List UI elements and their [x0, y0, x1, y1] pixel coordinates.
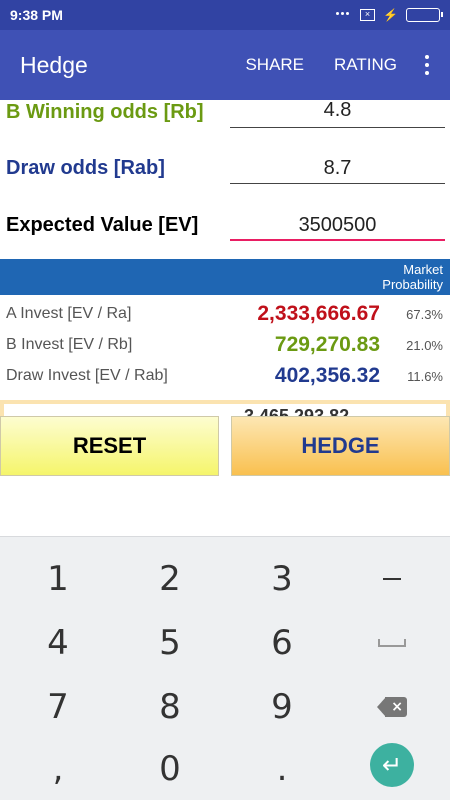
- draw-invest-value: 402,356.32: [274, 364, 380, 387]
- enter-icon: ↵: [370, 743, 414, 787]
- rating-button[interactable]: RATING: [319, 55, 412, 75]
- status-bar: 9:38 PM × ⚡: [0, 0, 450, 30]
- key-minus[interactable]: [336, 547, 448, 611]
- b-invest-value: 729,270.83: [274, 333, 380, 356]
- key-7[interactable]: 7: [2, 675, 114, 739]
- total-bar-inner: 3,465,293.82: [4, 404, 446, 416]
- draw-odds-row: Draw odds [Rab] 8.7: [0, 148, 450, 188]
- total-bar: 3,465,293.82: [0, 400, 450, 416]
- backspace-icon: ×: [377, 697, 407, 717]
- key-2[interactable]: 2: [114, 547, 226, 611]
- minus-icon: [383, 578, 401, 580]
- expected-value-value: 3500500: [298, 214, 377, 236]
- total-value: 3,465,293.82: [244, 406, 350, 416]
- key-backspace[interactable]: ×: [336, 675, 448, 739]
- b-invest-row: B Invest [EV / Rb] 729,270.83 21.0%: [0, 330, 450, 360]
- a-invest-value: 2,333,666.67: [257, 302, 380, 325]
- key-1[interactable]: 1: [2, 547, 114, 611]
- draw-invest-row: Draw Invest [EV / Rab] 402,356.32 11.6%: [0, 361, 450, 391]
- market-probability-header: Market Probability: [382, 262, 443, 292]
- b-winning-odds-value: 4.8: [323, 99, 352, 121]
- app-title: Hedge: [20, 51, 88, 78]
- key-3[interactable]: 3: [226, 547, 338, 611]
- key-4[interactable]: 4: [2, 611, 114, 675]
- expected-value-underline: [230, 239, 445, 241]
- key-9[interactable]: 9: [226, 675, 338, 739]
- signal-dots-icon: [336, 12, 352, 18]
- key-6[interactable]: 6: [226, 611, 338, 675]
- draw-invest-pct: 11.6%: [407, 369, 443, 384]
- b-winning-odds-underline: [230, 127, 445, 128]
- b-winning-odds-label: B Winning odds [Rb]: [6, 100, 204, 123]
- reset-button[interactable]: RESET: [0, 416, 219, 476]
- draw-odds-label: Draw odds [Rab]: [6, 156, 165, 179]
- key-space[interactable]: [336, 611, 448, 675]
- expected-value-label: Expected Value [EV]: [6, 213, 199, 236]
- b-invest-label: B Invest [EV / Rb]: [6, 336, 133, 353]
- key-period[interactable]: .: [226, 737, 338, 801]
- draw-odds-value: 8.7: [323, 157, 352, 179]
- draw-invest-label: Draw Invest [EV / Rab]: [6, 367, 168, 384]
- hedge-button[interactable]: HEDGE: [231, 416, 450, 476]
- expected-value-row: Expected Value [EV] 3500500: [0, 205, 450, 245]
- share-button[interactable]: SHARE: [230, 55, 319, 75]
- b-winning-odds-row: B Winning odds [Rb] 4.8: [0, 92, 450, 132]
- key-0[interactable]: 0: [114, 737, 226, 801]
- overflow-menu-icon[interactable]: [412, 55, 442, 75]
- space-icon: [378, 639, 406, 647]
- a-invest-row: A Invest [EV / Ra] 2,333,666.67 67.3%: [0, 299, 450, 329]
- expected-value-input[interactable]: 3500500: [230, 205, 445, 245]
- draw-odds-input[interactable]: 8.7: [230, 148, 445, 188]
- draw-odds-underline: [230, 183, 445, 184]
- a-invest-label: A Invest [EV / Ra]: [6, 305, 132, 322]
- market-probability-line2: Probability: [382, 277, 443, 292]
- key-enter[interactable]: ↵: [336, 733, 448, 797]
- no-sim-icon: ×: [360, 9, 376, 21]
- numeric-keyboard: 1 2 3 4 5 6 7 8 9 × , 0 . ↵: [0, 536, 450, 800]
- app-actions: SHARE RATING: [230, 55, 450, 75]
- key-8[interactable]: 8: [114, 675, 226, 739]
- results-header: Market Probability: [0, 259, 450, 295]
- b-invest-pct: 21.0%: [406, 338, 443, 353]
- battery-icon: [406, 8, 443, 22]
- market-probability-line1: Market: [403, 262, 443, 277]
- a-invest-pct: 67.3%: [406, 307, 443, 322]
- key-5[interactable]: 5: [114, 611, 226, 675]
- app-bar: Hedge SHARE RATING: [0, 30, 450, 100]
- charging-icon: ⚡: [383, 8, 398, 22]
- key-comma[interactable]: ,: [2, 737, 114, 801]
- status-icons: × ⚡: [336, 8, 443, 22]
- b-winning-odds-input[interactable]: 4.8: [230, 92, 445, 132]
- status-time: 9:38 PM: [10, 7, 63, 23]
